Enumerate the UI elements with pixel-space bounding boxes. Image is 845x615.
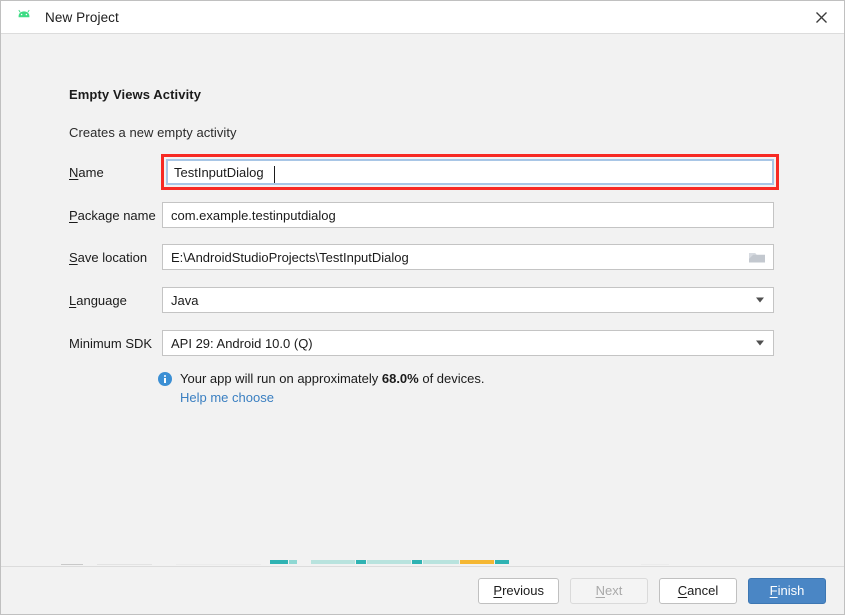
coverage-text-before: Your app will run on approximately [180, 371, 382, 386]
chevron-down-icon [756, 297, 764, 303]
chart-axis-segment [61, 564, 83, 565]
new-project-dialog: New Project Empty Views Activity Creates… [0, 0, 845, 615]
device-coverage-info: Your app will run on approximately 68.0%… [158, 370, 485, 388]
device-coverage-text: Your app will run on approximately 68.0%… [180, 370, 485, 388]
chart-axis-segment [97, 564, 152, 565]
chart-bar-segment [367, 560, 411, 564]
minimum-sdk-label: Minimum SDK [69, 335, 153, 351]
package-name-label: Package name [69, 207, 156, 223]
save-location-row: Save location E:\AndroidStudioProjects\T… [69, 244, 774, 270]
dialog-title: New Project [45, 9, 119, 25]
package-name-row: Package name com.example.testinputdialog [69, 202, 774, 228]
save-location-value: E:\AndroidStudioProjects\TestInputDialog [171, 249, 409, 265]
help-me-choose-link[interactable]: Help me choose [180, 390, 274, 405]
name-input[interactable] [168, 161, 772, 183]
language-select[interactable]: Java [162, 287, 774, 313]
chart-bar-segment [460, 560, 494, 564]
previous-button[interactable]: Previous [478, 577, 559, 604]
chart-axis-segment [176, 564, 261, 565]
finish-button[interactable]: Finish [748, 577, 826, 604]
chart-bar-segment [356, 560, 366, 564]
language-label: Language [69, 292, 127, 308]
coverage-text-after: of devices. [418, 371, 485, 386]
save-location-label: Save location [69, 249, 148, 265]
android-robot-icon [15, 8, 33, 26]
package-name-input[interactable]: com.example.testinputdialog [162, 202, 774, 228]
package-name-value: com.example.testinputdialog [171, 207, 336, 223]
chart-axis-segment [641, 564, 669, 565]
chart-bar-segment [412, 560, 422, 564]
chart-bar-segment [289, 560, 297, 564]
chevron-down-icon [756, 340, 764, 346]
minimum-sdk-row: Minimum SDK API 29: Android 10.0 (Q) [69, 330, 774, 356]
dialog-titlebar: New Project [1, 1, 844, 34]
close-icon[interactable] [798, 1, 844, 33]
chart-bar-segment [311, 560, 355, 564]
language-value: Java [171, 292, 199, 308]
folder-icon[interactable] [748, 250, 766, 265]
dialog-footer: Previous Next Cancel Finish [1, 566, 844, 614]
next-button[interactable]: Next [570, 577, 648, 604]
language-row: Language Java [69, 287, 774, 313]
coverage-percent: 68.0% [381, 371, 419, 386]
minimum-sdk-value: API 29: Android 10.0 (Q) [171, 335, 313, 351]
dialog-content: Empty Views Activity Creates a new empty… [1, 34, 844, 566]
cancel-button[interactable]: Cancel [659, 577, 737, 604]
chart-bar-segment [423, 560, 459, 564]
template-title: Empty Views Activity [69, 87, 202, 102]
name-input-wrapper[interactable] [166, 159, 774, 185]
chart-bar-segment [495, 560, 509, 564]
api-distribution-chart-sliver [1, 554, 844, 566]
text-caret [274, 166, 275, 183]
name-label: Name [69, 165, 104, 180]
save-location-input[interactable]: E:\AndroidStudioProjects\TestInputDialog [162, 244, 774, 270]
name-field-highlight [161, 154, 779, 190]
info-icon [158, 372, 172, 386]
chart-bar-segment [270, 560, 288, 564]
minimum-sdk-select[interactable]: API 29: Android 10.0 (Q) [162, 330, 774, 356]
template-description: Creates a new empty activity [69, 125, 237, 140]
